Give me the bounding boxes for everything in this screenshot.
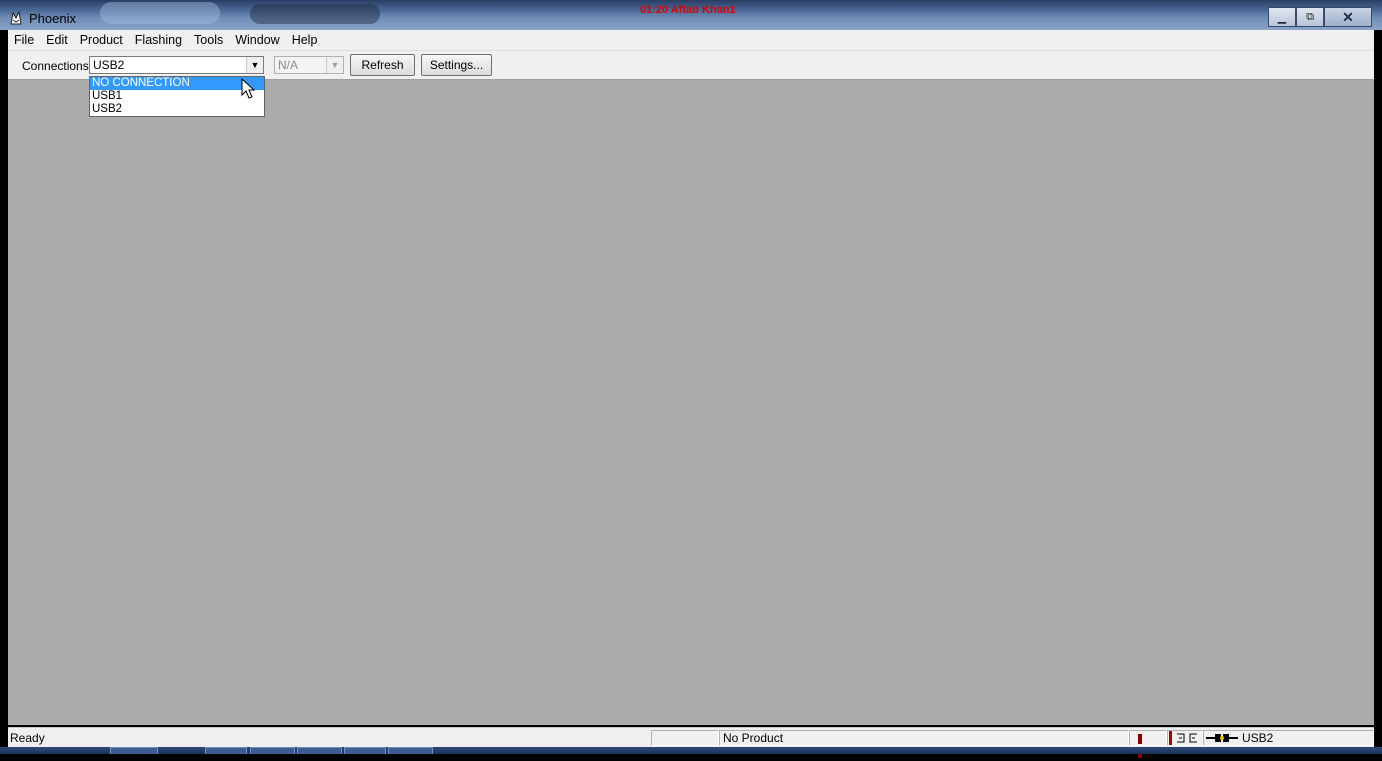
trace-indicator-icon	[1169, 731, 1172, 745]
menu-edit[interactable]: Edit	[40, 31, 74, 49]
taskbar-button[interactable]	[250, 747, 295, 754]
status-trace-pane	[1167, 730, 1203, 746]
title-bar[interactable]: Phoenix 01:20 Aftab Khan1 ▁ ⧉ ✕	[0, 0, 1382, 30]
mouse-cursor-icon	[241, 78, 256, 99]
dropdown-option-usb1[interactable]: USB1	[90, 90, 264, 103]
minimize-button[interactable]: ▁	[1268, 7, 1296, 27]
aero-glass-shadow	[250, 4, 380, 24]
dropdown-option-no-connection[interactable]: NO CONNECTION	[90, 77, 264, 90]
taskbar-button[interactable]	[344, 747, 386, 754]
status-connection-pane: USB2	[1203, 730, 1374, 746]
status-product: No Product	[719, 730, 1129, 746]
taskbar-button[interactable]	[297, 747, 342, 754]
status-pane-blank	[651, 730, 719, 746]
menu-file[interactable]: File	[8, 31, 40, 49]
secondary-select[interactable]: N/A ▼	[274, 56, 344, 74]
menu-help[interactable]: Help	[286, 31, 324, 49]
status-ready-text: Ready	[10, 731, 45, 745]
recording-overlay-text: 01:20 Aftab Khan1	[640, 4, 736, 16]
connections-label: Connections:	[22, 59, 93, 73]
menu-tools[interactable]: Tools	[188, 31, 229, 49]
taskbar-button[interactable]	[110, 747, 158, 754]
status-pause-pane	[1129, 730, 1167, 758]
refresh-button[interactable]: Refresh	[350, 54, 415, 76]
mdi-workspace	[8, 80, 1374, 725]
close-button[interactable]: ✕	[1324, 7, 1372, 27]
phoenix-app-icon	[10, 10, 22, 25]
status-bar: Ready No Product USB2	[8, 727, 1374, 758]
chevron-down-icon: ▼	[326, 57, 343, 73]
trace-brackets-icon	[1177, 733, 1197, 743]
usb-cable-icon	[1206, 734, 1238, 742]
connection-dropdown-list: NO CONNECTION USB1 USB2	[89, 76, 265, 117]
menu-product[interactable]: Product	[74, 31, 129, 49]
menu-bar: File Edit Product Flashing Tools Window …	[8, 30, 1374, 51]
secondary-select-value: N/A	[278, 58, 299, 72]
caption-buttons: ▁ ⧉ ✕	[1268, 7, 1372, 27]
window-title: Phoenix	[29, 11, 76, 26]
aero-glass-highlight	[100, 2, 220, 24]
settings-button[interactable]: Settings...	[421, 54, 492, 76]
pause-icon	[1138, 733, 1148, 758]
maximize-button[interactable]: ⧉	[1296, 7, 1324, 27]
taskbar-button[interactable]	[388, 747, 433, 754]
chevron-down-icon[interactable]: ▼	[246, 57, 263, 73]
connection-select-value: USB2	[93, 58, 125, 72]
dropdown-option-usb2[interactable]: USB2	[90, 103, 264, 116]
connection-select[interactable]: USB2 ▼	[89, 56, 264, 74]
status-connection-text: USB2	[1242, 731, 1274, 745]
menu-flashing[interactable]: Flashing	[129, 31, 188, 49]
menu-window[interactable]: Window	[229, 31, 285, 49]
taskbar-button[interactable]	[205, 747, 247, 754]
